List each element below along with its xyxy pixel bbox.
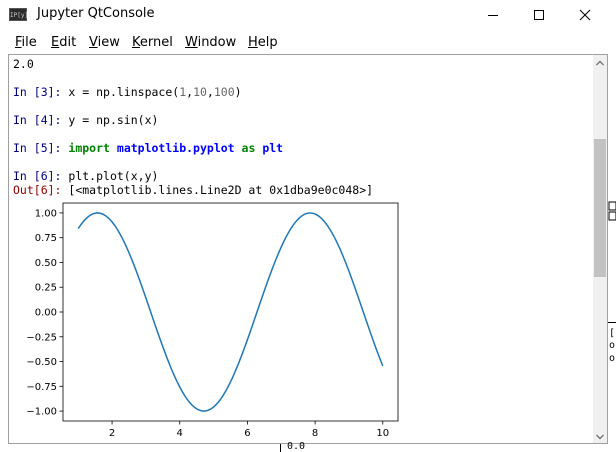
maximize-button[interactable] [516, 0, 562, 30]
input-cell-6: In [6]: plt.plot(x,y) [13, 169, 158, 183]
menu-view[interactable]: View [89, 35, 120, 50]
chevron-down-icon [596, 434, 604, 440]
module-alias: plt [262, 141, 284, 155]
x-tick-label: 4 [177, 428, 183, 439]
series-line [77, 212, 384, 412]
keyword-as: as [241, 141, 256, 155]
x-tick-label: 8 [312, 428, 318, 439]
background-window-icon [608, 201, 616, 221]
y-tick-label: 1.00 [35, 208, 57, 219]
window-title: Jupyter QtConsole [37, 6, 155, 21]
qtconsole-app-icon: IP[y]: [9, 8, 32, 21]
y-tick-label: −1.00 [26, 407, 57, 418]
scroll-down-button[interactable] [593, 429, 607, 443]
maximize-icon [534, 10, 544, 20]
menu-window[interactable]: Window [185, 35, 236, 50]
x-tick-label: 2 [109, 428, 115, 439]
title-bar[interactable]: IP[y]: Jupyter QtConsole [0, 0, 616, 30]
background-text-fragment: [ [609, 328, 616, 339]
y-tick-label: 0.25 [35, 283, 57, 294]
background-divider [608, 322, 616, 323]
y-tick-label: −0.50 [26, 357, 57, 368]
y-tick-label: 0.00 [35, 308, 57, 319]
input-cell-5: In [5]: import matplotlib.pyplot as plt [13, 141, 283, 155]
background-text-fragment: o [609, 353, 616, 364]
menu-bar: File Edit View Kernel Window Help [0, 30, 616, 54]
background-text-fragment: o [609, 340, 616, 351]
chevron-up-icon [596, 60, 604, 66]
in-prompt: In [4]: [13, 113, 62, 127]
close-icon [579, 9, 591, 21]
in-prompt: In [3]: [13, 85, 62, 99]
keyword-import: import [68, 141, 110, 155]
minimize-button[interactable] [470, 0, 516, 30]
cell-code: y = np.sin(x) [68, 113, 159, 127]
in-prompt: In [5]: [13, 141, 62, 155]
module-name: matplotlib.pyplot [116, 141, 235, 155]
vertical-scrollbar[interactable] [593, 55, 607, 443]
cell-code: x = np.linspace( [68, 85, 180, 99]
cell-code: plt.plot(x,y) [68, 169, 159, 183]
y-tick-label: 0.50 [35, 258, 57, 269]
y-tick-label: −0.25 [26, 332, 57, 343]
y-tick-label: −0.75 [26, 382, 57, 393]
close-button[interactable] [562, 0, 608, 30]
plot-frame [62, 202, 399, 422]
menu-kernel[interactable]: Kernel [132, 35, 173, 50]
console-frame: 2.0 In [3]: x = np.linspace(1,10,100) In… [8, 54, 608, 444]
scrollbar-thumb[interactable] [594, 139, 606, 277]
minimize-icon [488, 15, 498, 16]
output-line: 2.0 [13, 57, 34, 71]
x-tick-label: 6 [244, 428, 250, 439]
scroll-up-button[interactable] [593, 55, 607, 69]
input-cell-3: In [3]: x = np.linspace(1,10,100) [13, 85, 242, 99]
x-tick-label: 10 [376, 428, 389, 439]
menu-edit[interactable]: Edit [51, 35, 76, 50]
out-text: [<matplotlib.lines.Line2D at 0x1dba9e0c0… [68, 183, 374, 197]
input-cell-4: In [4]: y = np.sin(x) [13, 113, 158, 127]
output-cell-6: Out[6]: [<matplotlib.lines.Line2D at 0x1… [13, 183, 373, 197]
matplotlib-plot: 2 4 6 8 10 1.00 0.75 0.50 0.25 0.00 −0.25 −0.50 −0.7… [26, 202, 399, 439]
code-number: 10 [193, 85, 207, 99]
background-window-bottom: 0.0 [280, 441, 616, 452]
y-tick-label: 0.75 [35, 233, 57, 244]
menu-file[interactable]: File [15, 35, 37, 50]
code-number: 1 [179, 85, 187, 99]
background-text-fragment: 0.0 [287, 441, 306, 452]
console-output[interactable]: 2.0 In [3]: x = np.linspace(1,10,100) In… [13, 55, 583, 443]
in-prompt: In [6]: [13, 169, 62, 183]
menu-help[interactable]: Help [248, 35, 278, 50]
background-window-edge: [ o o [608, 0, 616, 452]
code-number: 100 [213, 85, 235, 99]
out-prompt: Out[6]: [13, 183, 62, 197]
